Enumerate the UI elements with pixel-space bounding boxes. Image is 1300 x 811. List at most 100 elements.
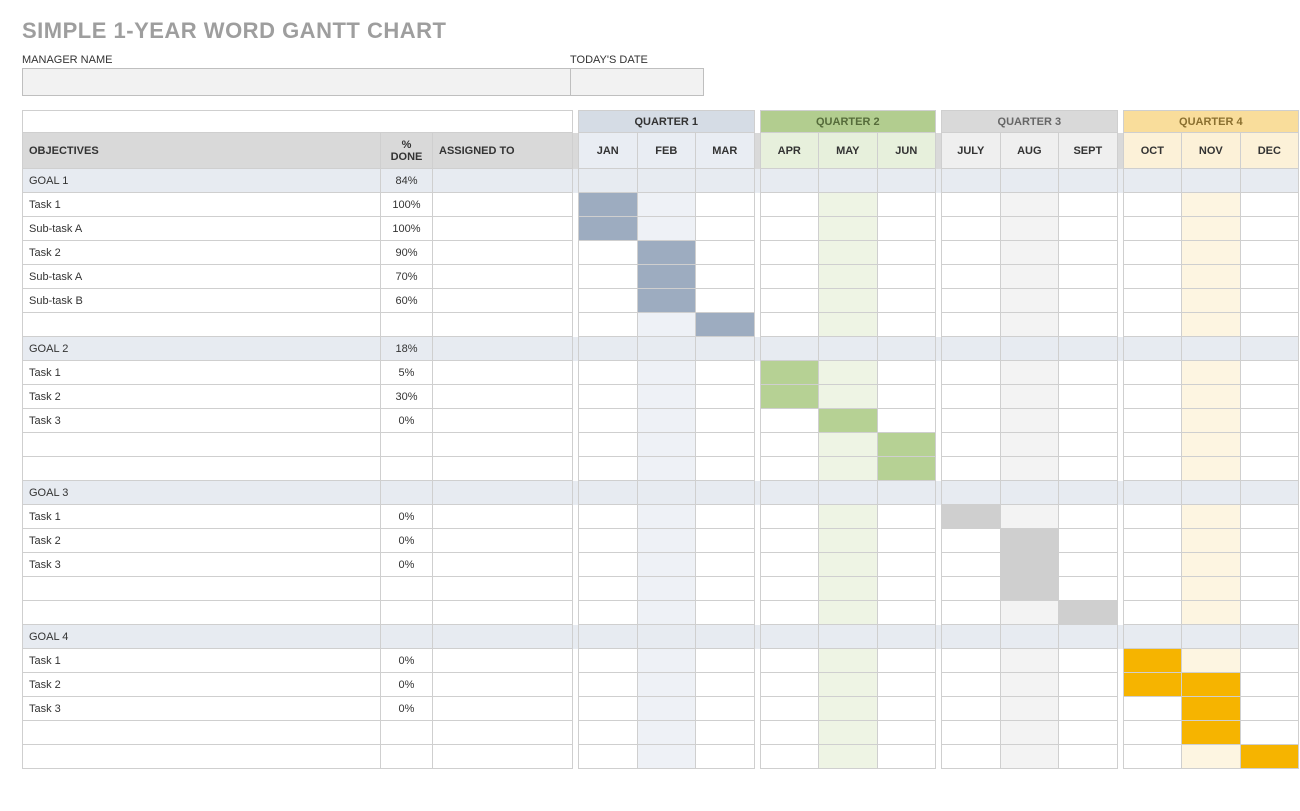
gantt-cell[interactable] <box>1123 505 1182 529</box>
gantt-cell[interactable] <box>1182 313 1241 337</box>
assigned-cell[interactable] <box>433 217 573 241</box>
objective-cell[interactable] <box>23 721 381 745</box>
objective-cell[interactable] <box>23 601 381 625</box>
pct-cell[interactable] <box>381 313 433 337</box>
gantt-cell[interactable] <box>1240 577 1299 601</box>
gantt-cell[interactable] <box>579 409 638 433</box>
pct-cell[interactable]: 90% <box>381 241 433 265</box>
objective-cell[interactable]: Task 1 <box>23 505 381 529</box>
gantt-cell[interactable] <box>1240 193 1299 217</box>
gantt-cell[interactable] <box>877 553 936 577</box>
pct-cell[interactable]: 5% <box>381 361 433 385</box>
gantt-cell[interactable] <box>1059 337 1118 361</box>
gantt-cell[interactable] <box>942 385 1001 409</box>
gantt-cell[interactable] <box>1000 433 1059 457</box>
gantt-cell[interactable] <box>1059 697 1118 721</box>
gantt-cell[interactable] <box>877 697 936 721</box>
pct-cell[interactable]: 0% <box>381 505 433 529</box>
gantt-cell[interactable] <box>696 193 755 217</box>
objective-cell[interactable]: GOAL 2 <box>23 337 381 361</box>
gantt-cell[interactable] <box>877 169 936 193</box>
gantt-cell[interactable] <box>760 529 819 553</box>
gantt-cell[interactable] <box>1123 745 1182 769</box>
gantt-cell[interactable] <box>1123 313 1182 337</box>
gantt-cell[interactable] <box>819 217 878 241</box>
gantt-cell[interactable] <box>942 505 1001 529</box>
objective-cell[interactable]: Task 2 <box>23 529 381 553</box>
gantt-cell[interactable] <box>1240 313 1299 337</box>
assigned-cell[interactable] <box>433 289 573 313</box>
gantt-cell[interactable] <box>1059 505 1118 529</box>
gantt-cell[interactable] <box>942 673 1001 697</box>
gantt-cell[interactable] <box>1059 457 1118 481</box>
gantt-cell[interactable] <box>1123 385 1182 409</box>
gantt-cell[interactable] <box>696 217 755 241</box>
assigned-cell[interactable] <box>433 337 573 361</box>
gantt-cell[interactable] <box>819 745 878 769</box>
gantt-cell[interactable] <box>1000 193 1059 217</box>
objective-cell[interactable] <box>23 457 381 481</box>
gantt-cell[interactable] <box>637 313 696 337</box>
gantt-cell[interactable] <box>1240 649 1299 673</box>
gantt-cell[interactable] <box>1123 433 1182 457</box>
objective-cell[interactable]: Task 2 <box>23 673 381 697</box>
gantt-cell[interactable] <box>696 481 755 505</box>
gantt-cell[interactable] <box>637 577 696 601</box>
gantt-cell[interactable] <box>1123 289 1182 313</box>
gantt-cell[interactable] <box>1240 241 1299 265</box>
objective-cell[interactable]: GOAL 4 <box>23 625 381 649</box>
gantt-cell[interactable] <box>579 601 638 625</box>
assigned-cell[interactable] <box>433 529 573 553</box>
gantt-cell[interactable] <box>1182 625 1241 649</box>
gantt-cell[interactable] <box>579 577 638 601</box>
gantt-cell[interactable] <box>1182 217 1241 241</box>
gantt-cell[interactable] <box>1059 745 1118 769</box>
gantt-cell[interactable] <box>760 169 819 193</box>
gantt-cell[interactable] <box>1240 529 1299 553</box>
gantt-cell[interactable] <box>877 625 936 649</box>
gantt-cell[interactable] <box>942 721 1001 745</box>
gantt-cell[interactable] <box>819 337 878 361</box>
pct-cell[interactable]: 84% <box>381 169 433 193</box>
gantt-cell[interactable] <box>819 721 878 745</box>
gantt-cell[interactable] <box>579 481 638 505</box>
gantt-cell[interactable] <box>1059 601 1118 625</box>
gantt-cell[interactable] <box>637 217 696 241</box>
gantt-cell[interactable] <box>760 745 819 769</box>
gantt-cell[interactable] <box>1123 625 1182 649</box>
objective-cell[interactable] <box>23 313 381 337</box>
gantt-cell[interactable] <box>1240 553 1299 577</box>
objective-cell[interactable] <box>23 433 381 457</box>
assigned-cell[interactable] <box>433 409 573 433</box>
gantt-cell[interactable] <box>760 721 819 745</box>
gantt-cell[interactable] <box>819 529 878 553</box>
objective-cell[interactable] <box>23 745 381 769</box>
gantt-cell[interactable] <box>1059 169 1118 193</box>
objective-cell[interactable]: Task 3 <box>23 697 381 721</box>
gantt-cell[interactable] <box>1059 193 1118 217</box>
gantt-cell[interactable] <box>942 649 1001 673</box>
pct-cell[interactable]: 0% <box>381 673 433 697</box>
gantt-cell[interactable] <box>637 433 696 457</box>
pct-cell[interactable] <box>381 457 433 481</box>
gantt-cell[interactable] <box>1000 649 1059 673</box>
gantt-cell[interactable] <box>1000 241 1059 265</box>
gantt-cell[interactable] <box>877 577 936 601</box>
objective-cell[interactable]: Sub-task A <box>23 217 381 241</box>
gantt-cell[interactable] <box>637 169 696 193</box>
gantt-cell[interactable] <box>760 553 819 577</box>
gantt-cell[interactable] <box>1059 721 1118 745</box>
gantt-cell[interactable] <box>637 673 696 697</box>
gantt-cell[interactable] <box>1240 745 1299 769</box>
gantt-cell[interactable] <box>637 625 696 649</box>
gantt-cell[interactable] <box>1182 385 1241 409</box>
date-input[interactable] <box>570 68 704 96</box>
gantt-cell[interactable] <box>760 601 819 625</box>
gantt-cell[interactable] <box>819 649 878 673</box>
gantt-cell[interactable] <box>1182 409 1241 433</box>
gantt-cell[interactable] <box>1123 529 1182 553</box>
gantt-cell[interactable] <box>579 217 638 241</box>
gantt-cell[interactable] <box>819 313 878 337</box>
gantt-cell[interactable] <box>1182 649 1241 673</box>
gantt-cell[interactable] <box>877 385 936 409</box>
